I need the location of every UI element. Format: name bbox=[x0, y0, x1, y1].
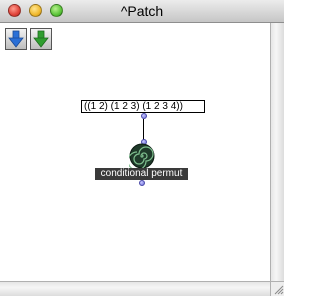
spiral-icon[interactable] bbox=[129, 143, 155, 169]
resize-grip-icon bbox=[274, 285, 284, 295]
horizontal-scrollbar[interactable] bbox=[0, 281, 270, 296]
input-box-outlet[interactable] bbox=[141, 113, 147, 119]
resize-grip[interactable] bbox=[270, 281, 284, 296]
eval-down-button[interactable] bbox=[5, 28, 27, 50]
title-bar[interactable]: ^Patch bbox=[0, 0, 284, 23]
window-title: ^Patch bbox=[120, 3, 164, 19]
green-down-arrow-icon bbox=[33, 30, 49, 48]
lock-down-button[interactable] bbox=[30, 28, 52, 50]
list-input-box[interactable]: ((1 2) (1 2 3) (1 2 3 4)) bbox=[81, 100, 205, 113]
vertical-scrollbar[interactable] bbox=[270, 23, 284, 281]
patch-window: ^Patch ((1 2) (1 2 3) (1 2 3 4)) conditi… bbox=[0, 0, 284, 296]
blue-down-arrow-icon bbox=[8, 30, 24, 48]
function-outlet[interactable] bbox=[139, 180, 145, 186]
function-label[interactable]: conditional permut bbox=[95, 168, 188, 180]
